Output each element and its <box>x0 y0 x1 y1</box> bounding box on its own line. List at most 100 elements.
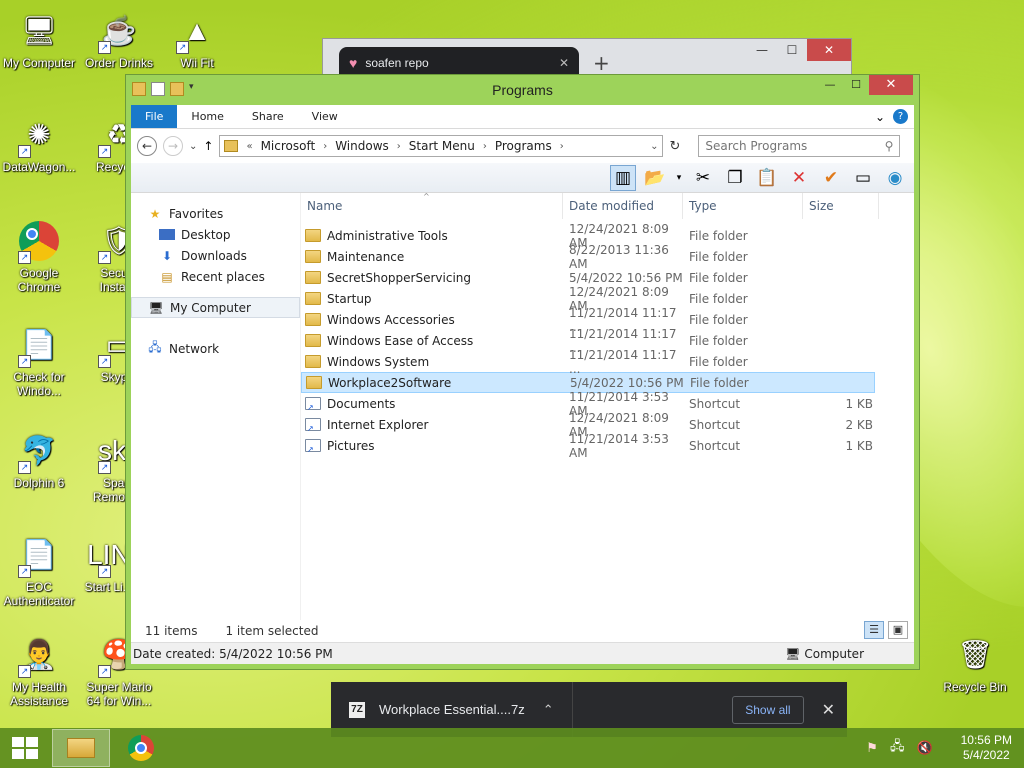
clock[interactable]: 10:56 PM 5/4/2022 <box>961 733 1012 763</box>
dropdown-arrow-icon[interactable]: ▾ <box>674 165 684 191</box>
address-bar[interactable]: « Microsoft › Windows › Start Menu › Pro… <box>219 135 664 157</box>
file-row[interactable]: Pictures 11/21/2014 3:53 AM Shortcut 1 KB <box>301 432 875 460</box>
nav-my-computer[interactable]: 🖥 My Computer <box>131 297 300 318</box>
maximize-button[interactable]: ☐ <box>843 75 869 95</box>
location: 🖥 Computer <box>785 647 864 661</box>
details-view-icon[interactable]: ☰ <box>864 621 884 639</box>
back-button[interactable]: ← <box>137 136 157 156</box>
close-button[interactable]: ✕ <box>869 75 913 95</box>
taskbar-file-explorer[interactable] <box>52 729 110 767</box>
breadcrumb-sep[interactable]: › <box>483 141 487 152</box>
overflow-icon[interactable]: « <box>246 141 252 152</box>
breadcrumb-programs[interactable]: Programs <box>495 139 552 153</box>
chevron-up-icon[interactable]: ⌃ <box>543 702 554 718</box>
folder-icon <box>305 250 321 263</box>
rename-icon[interactable]: ▭ <box>850 165 876 191</box>
search-input[interactable] <box>705 139 885 153</box>
desktop-icon-wii-fit[interactable]: ▲ ↗ Wii Fit <box>158 8 236 70</box>
nav-downloads[interactable]: ⬇ Downloads <box>131 245 300 266</box>
nav-desktop[interactable]: Desktop <box>131 224 300 245</box>
column-date[interactable]: Date modified <box>563 193 683 219</box>
tab-home[interactable]: Home <box>177 105 237 128</box>
desktop-icon-label: My Computer <box>2 56 76 70</box>
folder-icon <box>306 376 322 389</box>
paste-icon[interactable]: 📋 <box>754 165 780 191</box>
up-button[interactable]: ↑ <box>203 139 213 153</box>
computer-icon: 🖥 <box>148 300 164 315</box>
minimize-button[interactable]: — <box>817 75 843 95</box>
ribbon-expand-icon[interactable]: ⌄ <box>875 110 885 124</box>
tab-file[interactable]: File <box>131 105 178 128</box>
file-row[interactable]: Windows System 11/21/2014 11:17 ... File f… <box>301 348 875 376</box>
close-button[interactable]: ✕ <box>807 39 851 61</box>
nav-favorites[interactable]: ★ Favorites <box>131 203 300 224</box>
file-name: Windows Accessories <box>301 313 563 327</box>
address-dropdown-icon[interactable]: ⌄ <box>650 141 658 152</box>
breadcrumb-start-menu[interactable]: Start Menu <box>409 139 475 153</box>
maximize-button[interactable]: ☐ <box>777 39 807 61</box>
checkmark-icon[interactable]: ✔ <box>818 165 844 191</box>
forward-button[interactable]: → <box>163 136 183 156</box>
close-icon[interactable]: ✕ <box>822 700 835 720</box>
command-toolbar: ▥ 📂 ▾ ✂ ❐ 📋 ✕ ✔ ▭ ◉ <box>131 163 914 193</box>
tab-view[interactable]: View <box>298 105 352 128</box>
volume-muted-icon[interactable]: 🔇 <box>916 741 932 756</box>
desktop-icon-dolphin[interactable]: 🐬 ↗ Dolphin 6 <box>0 428 78 491</box>
nav-recent-places[interactable]: ▤ Recent places <box>131 266 300 287</box>
breadcrumb-sep[interactable]: › <box>397 141 401 152</box>
shortcut-icon <box>305 397 321 412</box>
start-button[interactable] <box>0 728 50 768</box>
column-name[interactable]: ^ Name <box>301 192 563 219</box>
copy-icon[interactable]: ❐ <box>722 165 748 191</box>
nav-network[interactable]: 🖧 Network <box>131 338 300 359</box>
network-icon[interactable]: 🖧 <box>890 737 905 759</box>
column-size[interactable]: Size <box>803 193 879 219</box>
desktop-icon-my-health-assistance[interactable]: 👨‍⚕ ↗ My Health Assistance <box>0 632 78 709</box>
star-icon: ★ <box>149 206 161 221</box>
file-list: ^ Name Date modified Type Size Administr… <box>301 192 914 620</box>
desktop-icon-label: Check for Windo... <box>13 370 65 398</box>
minimize-button[interactable]: — <box>747 39 777 61</box>
delete-icon[interactable]: ✕ <box>786 165 812 191</box>
help-icon[interactable]: ? <box>893 109 908 124</box>
desktop-icon-google-chrome[interactable]: ↗ Google Chrome <box>0 218 78 294</box>
column-type[interactable]: Type <box>683 193 803 219</box>
shortcut-arrow-icon: ↗ <box>98 145 111 158</box>
cut-icon[interactable]: ✂ <box>690 165 716 191</box>
preview-pane-icon[interactable]: ▥ <box>610 164 636 191</box>
breadcrumb-sep[interactable]: › <box>560 141 564 152</box>
folder-icon <box>305 313 321 326</box>
show-all-button[interactable]: Show all <box>732 695 804 724</box>
download-item[interactable]: Workplace Essential....7z <box>379 702 525 717</box>
folder-icon <box>305 292 321 305</box>
file-name: Internet Explorer <box>301 418 563 433</box>
new-tab-button[interactable]: + <box>593 51 610 75</box>
desktop-icon-recycle-bin[interactable]: 🗑 Recycle Bin <box>936 632 1014 695</box>
file-name-text: Administrative Tools <box>327 228 448 243</box>
folder-options-icon[interactable]: 📂 <box>642 165 668 191</box>
breadcrumb-microsoft[interactable]: Microsoft <box>261 139 316 153</box>
breadcrumb-sep[interactable]: › <box>323 141 327 152</box>
desktop-icon-check-for-windows[interactable]: 📄 ↗ Check for Windo... <box>0 322 78 399</box>
desktop-icon-order-drinks[interactable]: ☕ ↗ Order Drinks <box>80 8 158 71</box>
large-icons-view-icon[interactable]: ▣ <box>888 621 908 639</box>
folder-icon <box>305 334 321 347</box>
refresh-icon[interactable]: ↻ <box>669 139 680 154</box>
desktop-icon-datawagon[interactable]: ✺ ↗ DataWagon... <box>0 112 78 175</box>
tab-close-icon[interactable]: ✕ <box>559 56 569 70</box>
taskbar-chrome[interactable] <box>112 729 170 767</box>
file-row[interactable]: Maintenance 8/22/2013 11:36 AM File folder <box>301 243 875 271</box>
desktop-icon-my-computer[interactable]: 🖥 My Computer <box>0 8 78 71</box>
tab-share[interactable]: Share <box>238 105 298 128</box>
recent-locations-icon[interactable]: ⌄ <box>189 141 197 152</box>
globe-icon[interactable]: ◉ <box>882 165 908 191</box>
search-box[interactable]: ⚲ <box>698 135 901 157</box>
navigation-pane: ★ Favorites Desktop ⬇ Downloads ▤ Recent… <box>131 193 301 620</box>
desktop-icon-eoc-authenticator[interactable]: 📄 ↗ EOC Authenticator <box>0 532 78 609</box>
breadcrumb-windows[interactable]: Windows <box>335 139 389 153</box>
search-icon[interactable]: ⚲ <box>885 139 894 153</box>
flag-icon[interactable]: ⚑ <box>866 741 878 756</box>
file-size: 1 KB <box>845 438 873 453</box>
title-bar[interactable]: ▾ Programs — ☐ ✕ <box>126 75 919 105</box>
chrome-tabbar: ♥ soafen repo ✕ + — ☐ ✕ <box>323 39 851 79</box>
